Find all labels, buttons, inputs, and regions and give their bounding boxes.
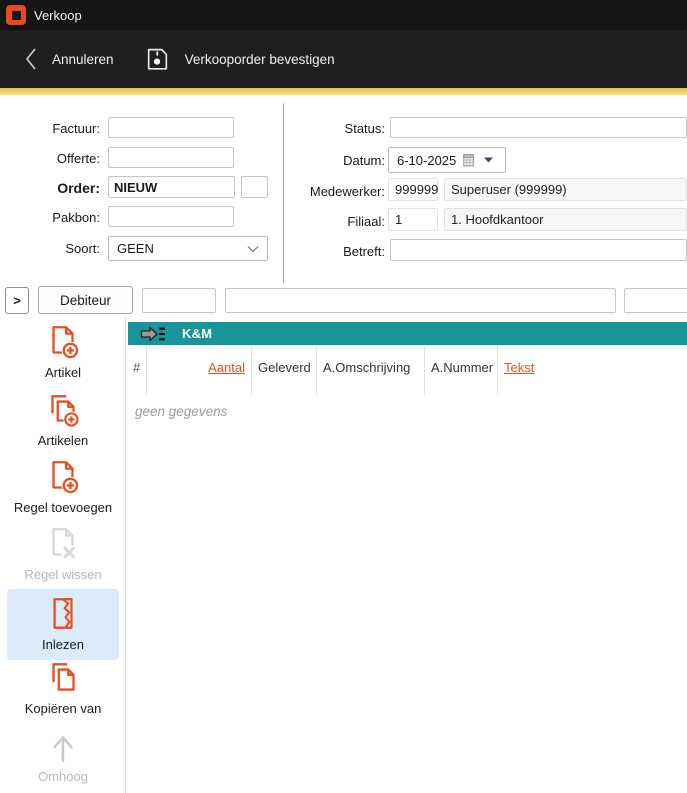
betreft-label: Betreft: xyxy=(285,244,385,259)
soort-label: Soort: xyxy=(0,241,100,256)
sidebar-item-regel-toevoegen[interactable]: Regel toevoegen xyxy=(0,457,126,515)
column-header-geleverd: Geleverd xyxy=(252,346,317,396)
datum-label: Datum: xyxy=(285,153,385,168)
empty-grid-message: geen gegevens xyxy=(135,404,227,419)
sidebar-item-artikelen[interactable]: Artikelen xyxy=(0,390,126,448)
documents-add-icon xyxy=(43,390,83,430)
read-in-icon xyxy=(43,594,83,634)
copy-icon xyxy=(43,658,83,698)
chevron-down-icon xyxy=(247,245,259,253)
expand-button[interactable]: > xyxy=(5,287,29,314)
sidebar-item-inlezen[interactable]: Inlezen xyxy=(7,589,119,660)
sidebar-item-label: Artikelen xyxy=(38,433,89,448)
order-suffix-input[interactable] xyxy=(241,176,268,198)
betreft-input[interactable] xyxy=(390,239,687,261)
order-input[interactable] xyxy=(108,176,235,198)
column-header-nummer: A.Nummer xyxy=(425,346,498,396)
cancel-label: Annuleren xyxy=(52,52,114,67)
offerte-label: Offerte: xyxy=(0,151,100,166)
confirm-order-label: Verkooporder bevestigen xyxy=(185,52,335,67)
medewerker-label: Medewerker: xyxy=(285,184,385,199)
debiteur-extra-input[interactable] xyxy=(624,288,687,313)
verkoop-window: Verkoop Annuleren Verkooporder bevestige… xyxy=(0,0,687,793)
sidebar-item-kopieren-van[interactable]: Kopiëren van xyxy=(0,658,126,716)
date-dropdown-arrow-icon xyxy=(484,157,493,163)
medewerker-name-field: Superuser (999999) xyxy=(444,178,687,201)
row-add-icon xyxy=(43,457,83,497)
group-header-bar: K&M xyxy=(128,322,687,345)
sidebar-item-label: Regel wissen xyxy=(24,567,101,582)
debiteur-button[interactable]: Debiteur xyxy=(38,286,133,314)
cancel-button[interactable]: Annuleren xyxy=(24,46,114,72)
column-header-index: # xyxy=(128,346,147,396)
soort-select[interactable]: GEEN xyxy=(108,236,268,261)
row-delete-icon xyxy=(43,524,83,564)
sidebar-item-omhoog: Omhoog xyxy=(0,726,126,784)
app-logo-icon xyxy=(6,5,26,25)
document-add-icon xyxy=(43,322,83,362)
group-title: K&M xyxy=(182,326,212,341)
medewerker-code-field[interactable]: 999999 xyxy=(388,178,438,201)
sidebar-item-label: Kopiëren van xyxy=(25,701,102,716)
toolbar: Annuleren Verkooporder bevestigen xyxy=(0,30,687,88)
pakbon-input[interactable] xyxy=(108,206,234,227)
sidebar-item-label: Inlezen xyxy=(42,637,84,652)
debiteur-code-input[interactable] xyxy=(142,288,216,313)
window-title: Verkoop xyxy=(34,8,82,23)
status-input[interactable] xyxy=(390,117,687,138)
factuur-input[interactable] xyxy=(108,117,234,138)
sidebar-item-label: Regel toevoegen xyxy=(14,500,112,515)
debiteur-name-input[interactable] xyxy=(225,288,616,313)
filiaal-code-field[interactable]: 1 xyxy=(388,208,438,231)
datum-datepicker[interactable]: 6-10-2025 xyxy=(388,147,506,173)
pakbon-label: Pakbon: xyxy=(0,210,100,225)
filiaal-name-field: 1. Hoofdkantoor xyxy=(444,208,687,231)
sidebar-item-regel-wissen: Regel wissen xyxy=(0,524,126,582)
column-header-tekst[interactable]: Tekst xyxy=(498,346,568,396)
factuur-label: Factuur: xyxy=(0,121,100,136)
status-label: Status: xyxy=(285,121,385,136)
title-bar: Verkoop xyxy=(0,0,687,30)
calendar-icon xyxy=(463,154,477,167)
sidebar-item-label: Omhoog xyxy=(38,769,88,784)
column-header-aantal[interactable]: Aantal xyxy=(147,346,252,396)
filiaal-label: Filiaal: xyxy=(285,214,385,229)
sidebar-item-artikel[interactable]: Artikel xyxy=(0,322,126,380)
datum-value: 6-10-2025 xyxy=(397,153,456,168)
offerte-input[interactable] xyxy=(108,147,234,168)
column-header-omschrijving: A.Omschrijving xyxy=(317,346,425,396)
form-divider xyxy=(283,103,284,283)
back-chevron-icon xyxy=(24,46,38,72)
arrow-up-icon xyxy=(43,726,83,766)
soort-value: GEEN xyxy=(117,241,154,256)
sidebar-item-label: Artikel xyxy=(45,365,81,380)
confirm-order-button[interactable]: Verkooporder bevestigen xyxy=(144,46,335,73)
accent-line xyxy=(0,88,687,95)
order-label: Order: xyxy=(0,180,100,196)
insert-row-icon xyxy=(140,326,166,342)
save-icon xyxy=(144,46,171,73)
